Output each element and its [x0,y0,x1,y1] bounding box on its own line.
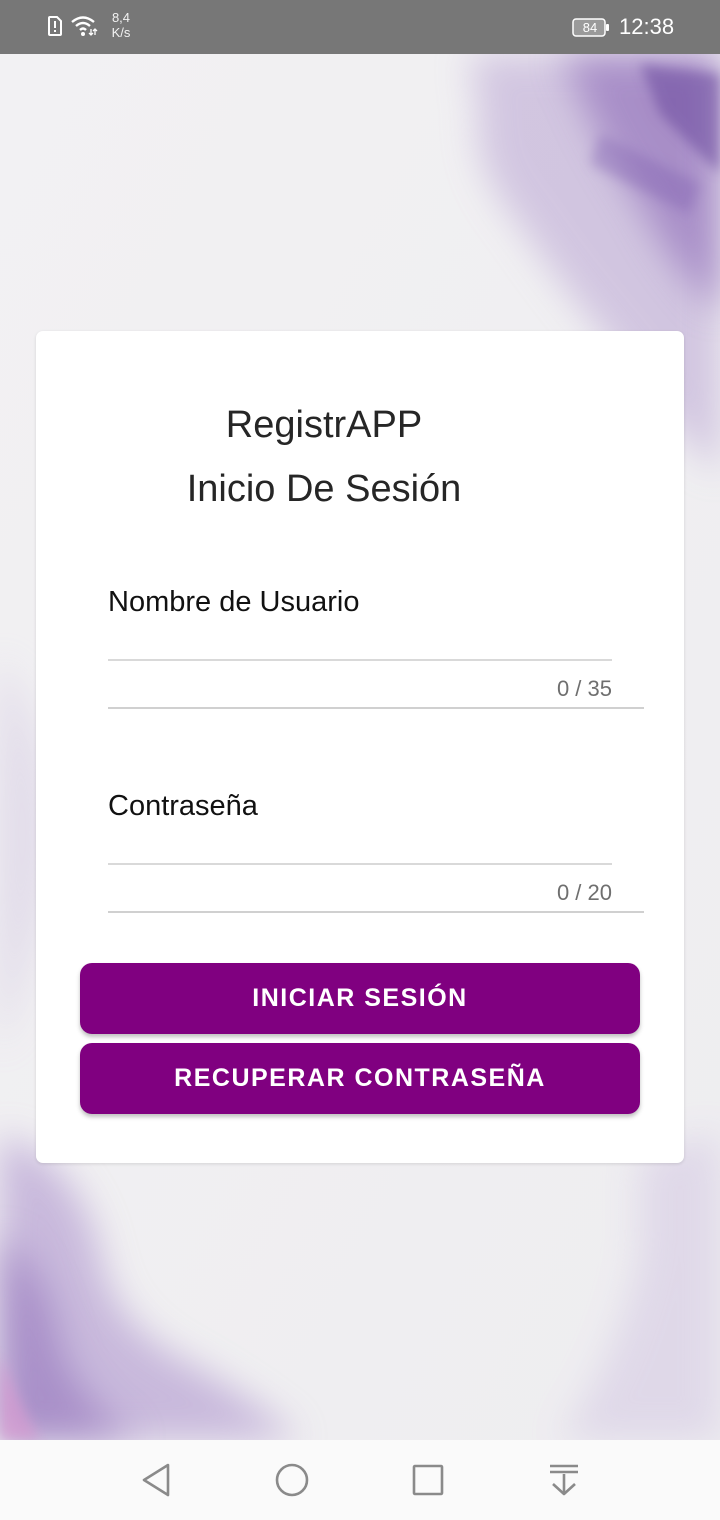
page-title: Inicio De Sesión [186,468,462,510]
recents-icon[interactable] [408,1460,448,1500]
username-underline [108,659,612,661]
username-label: Nombre de Usuario [108,586,360,618]
notification-pull-icon[interactable] [544,1460,584,1500]
password-input[interactable] [108,822,612,862]
network-speed-unit: K/s [111,25,131,40]
status-bar: 8,4 K/s 84 12:38 [0,0,720,54]
app-title: RegistrAPP [225,404,423,446]
username-divider [108,707,644,709]
username-char-counter: 0 / 35 [556,676,612,701]
home-icon[interactable] [272,1460,312,1500]
battery-level: 84 [582,20,598,35]
password-char-counter: 0 / 20 [556,880,612,905]
password-divider [108,911,644,913]
battery-icon: 84 [572,18,610,37]
login-button[interactable]: INICIAR SESIÓN [80,963,640,1034]
username-input[interactable] [108,618,612,658]
recover-password-button[interactable]: RECUPERAR CONTRASEÑA [80,1043,640,1114]
login-card [36,331,684,1163]
password-underline [108,863,612,865]
network-speed-value: 8,4 [111,10,131,25]
sim-alert-icon [48,16,62,36]
back-icon[interactable] [136,1460,176,1500]
password-label: Contraseña [108,790,258,822]
clock: 12:38 [619,14,675,39]
wifi-icon [71,16,98,36]
network-speed: 8,4 K/s [106,10,136,40]
navigation-bar [0,1440,720,1520]
